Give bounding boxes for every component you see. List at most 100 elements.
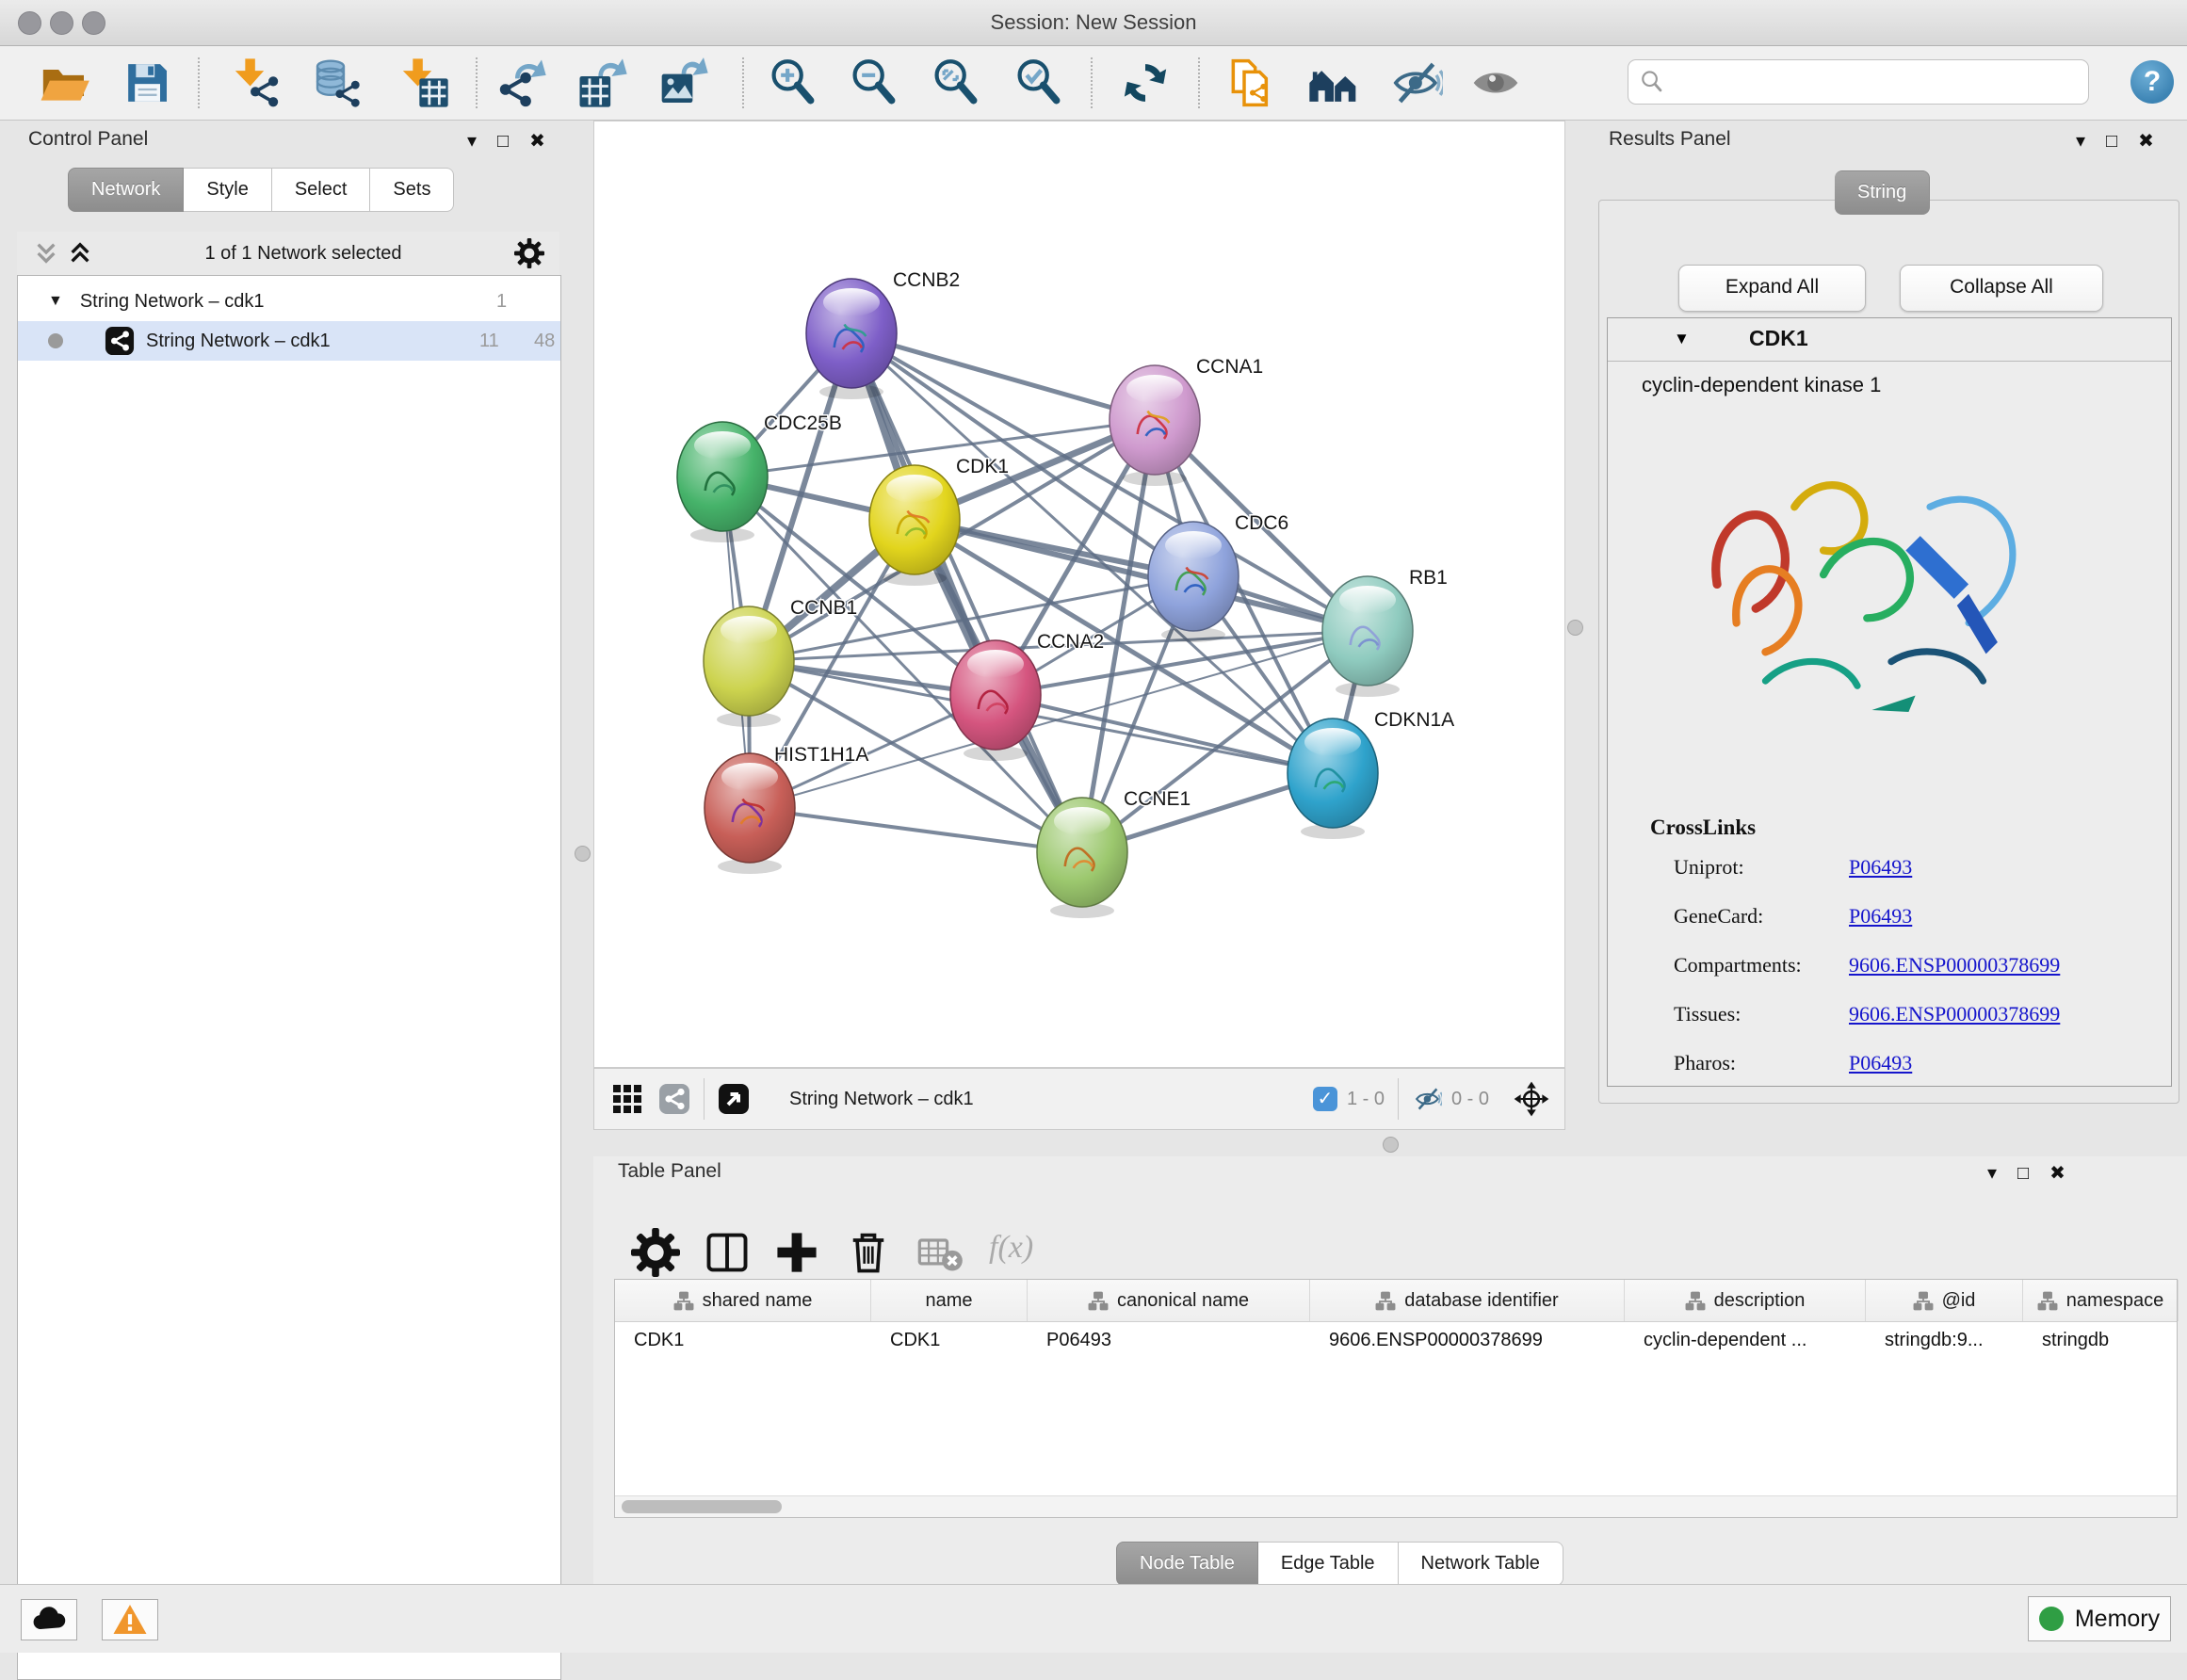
tab-node-table[interactable]: Node Table <box>1116 1542 1258 1586</box>
node-table[interactable]: shared namenamecanonical namedatabase id… <box>614 1279 2178 1518</box>
open-file-icon[interactable] <box>38 57 90 109</box>
tab-style[interactable]: Style <box>184 168 271 212</box>
node-CDC6[interactable]: CDC6 <box>1148 512 1288 642</box>
cdk1-section-header[interactable]: ▼ CDK1 <box>1608 318 2171 362</box>
collection-expander-icon[interactable]: ▼ <box>48 293 63 310</box>
import-network-database-icon[interactable] <box>311 57 364 109</box>
tab-edge-table[interactable]: Edge Table <box>1258 1542 1399 1586</box>
tab-select[interactable]: Select <box>272 168 371 212</box>
table-cell[interactable]: CDK1 <box>890 1321 1022 1359</box>
horizontal-scrollbar[interactable] <box>615 1495 2177 1517</box>
clone-network-icon[interactable] <box>1224 57 1277 109</box>
table-cell[interactable]: P06493 <box>1046 1321 1304 1359</box>
bottom-splitter-handle[interactable] <box>1383 1137 1399 1153</box>
network-edges[interactable] <box>722 333 1368 852</box>
panel-close-icon[interactable]: ✖ <box>2049 1164 2066 1183</box>
search-input[interactable] <box>1672 64 2081 100</box>
column-header-@id[interactable]: @id <box>1866 1280 2023 1321</box>
network-row-selected[interactable]: String Network – cdk1 11 48 <box>18 321 560 361</box>
scrollbar-thumb[interactable] <box>622 1500 782 1513</box>
panel-float-icon[interactable]: □ <box>497 132 509 151</box>
table-cell[interactable]: stringdb:9... <box>1885 1321 2017 1359</box>
export-network-icon[interactable] <box>495 57 548 109</box>
create-column-icon[interactable] <box>772 1228 821 1277</box>
node-CDKN1A[interactable]: CDKN1A <box>1288 709 1454 839</box>
node-CCNB2[interactable]: CCNB2 <box>806 269 960 399</box>
export-table-icon[interactable] <box>576 57 629 109</box>
node-HIST1H1A[interactable]: HIST1H1A <box>705 744 868 874</box>
table-cell[interactable]: cyclin-dependent ... <box>1644 1321 1860 1359</box>
memory-button[interactable]: Memory <box>2028 1596 2171 1641</box>
edge-CCNB2-CCNE1[interactable] <box>851 333 1082 852</box>
edge-CDK1-RB1[interactable] <box>915 520 1368 631</box>
table-cell[interactable]: stringdb <box>2042 1321 2173 1359</box>
hide-glass-icon[interactable] <box>1390 57 1443 109</box>
expand-all-button[interactable]: Expand All <box>1678 265 1866 312</box>
node-CCNE1[interactable]: CCNE1 <box>1037 788 1191 918</box>
left-splitter-handle[interactable] <box>575 846 591 862</box>
hidden-eye-icon[interactable] <box>1412 1085 1444 1113</box>
crosslink-link[interactable]: 9606.ENSP00000378699 <box>1849 953 2060 977</box>
edge-CCNA2-CDKN1A[interactable] <box>996 695 1333 773</box>
section-expander-icon[interactable]: ▼ <box>1674 330 1690 348</box>
node-RB1[interactable]: RB1 <box>1322 567 1448 697</box>
panel-float-icon[interactable]: □ <box>2017 1164 2029 1183</box>
node-CCNA1[interactable]: CCNA1 <box>1110 356 1263 486</box>
export-image-icon[interactable] <box>657 57 710 109</box>
zoom-selected-icon[interactable] <box>1012 57 1065 109</box>
table-cell[interactable]: CDK1 <box>634 1321 866 1359</box>
table-options-gear-icon[interactable] <box>631 1228 680 1277</box>
panel-float-icon[interactable]: □ <box>2106 132 2117 151</box>
grid-view-icon[interactable] <box>611 1083 643 1115</box>
save-session-icon[interactable] <box>121 57 173 109</box>
network-view-icon[interactable] <box>658 1083 690 1115</box>
tab-sets[interactable]: Sets <box>370 168 454 212</box>
column-header-namespace[interactable]: namespace <box>2023 1280 2179 1321</box>
detach-view-icon[interactable] <box>718 1083 750 1115</box>
import-network-icon[interactable] <box>230 57 283 109</box>
delete-column-icon[interactable] <box>844 1228 893 1277</box>
network-options-gear-icon[interactable] <box>514 238 544 268</box>
tab-network-table[interactable]: Network Table <box>1399 1542 1563 1586</box>
panel-menu-icon[interactable]: ▾ <box>467 132 477 151</box>
refresh-icon[interactable] <box>1119 57 1172 109</box>
zoom-out-icon[interactable] <box>848 57 900 109</box>
network-canvas[interactable]: CCNB2CCNA1CDC25BCDK1CDC6RB1CCNB1CCNA2CDK… <box>593 121 1565 1068</box>
cloud-status-button[interactable] <box>21 1599 77 1640</box>
zoom-fit-icon[interactable] <box>930 57 982 109</box>
tab-network[interactable]: Network <box>68 168 184 212</box>
string-home-icon[interactable] <box>1307 57 1360 109</box>
expand-all-networks-icon[interactable] <box>68 240 92 267</box>
column-header-name[interactable]: name <box>871 1280 1028 1321</box>
zoom-in-icon[interactable] <box>767 57 819 109</box>
import-table-icon[interactable] <box>397 57 450 109</box>
column-header-description[interactable]: description <box>1625 1280 1866 1321</box>
network-collection-row[interactable]: ▼ String Network – cdk1 1 <box>18 282 560 321</box>
edge-HIST1H1A-CCNE1[interactable] <box>750 808 1082 852</box>
column-header-database-identifier[interactable]: database identifier <box>1310 1280 1625 1321</box>
collapse-all-button[interactable]: Collapse All <box>1900 265 2103 312</box>
network-graph[interactable]: CCNB2CCNA1CDC25BCDK1CDC6RB1CCNB1CCNA2CDK… <box>594 121 1564 1067</box>
panel-close-icon[interactable]: ✖ <box>2138 132 2154 151</box>
crosslink-link[interactable]: P06493 <box>1849 904 1912 929</box>
crosslink-link[interactable]: 9606.ENSP00000378699 <box>1849 1002 2060 1026</box>
column-header-shared-name[interactable]: shared name <box>615 1280 871 1321</box>
column-header-canonical-name[interactable]: canonical name <box>1028 1280 1310 1321</box>
panel-menu-icon[interactable]: ▾ <box>2076 132 2085 151</box>
show-graphics-details-icon[interactable] <box>1469 57 1522 109</box>
node-CDC25B[interactable]: CDC25B <box>677 412 842 542</box>
crosslink-link[interactable]: P06493 <box>1849 855 1912 880</box>
right-splitter-handle[interactable] <box>1567 620 1583 636</box>
warnings-button[interactable] <box>102 1599 158 1640</box>
table-cell[interactable]: 9606.ENSP00000378699 <box>1329 1321 1619 1359</box>
search-box[interactable] <box>1628 59 2089 105</box>
panel-menu-icon[interactable]: ▾ <box>1987 1164 1997 1183</box>
panel-close-icon[interactable]: ✖ <box>529 132 545 151</box>
selected-checkbox-icon[interactable]: ✓ <box>1313 1087 1337 1111</box>
help-button[interactable]: ? <box>2130 60 2174 104</box>
collapse-all-networks-icon[interactable] <box>34 240 58 267</box>
tab-string[interactable]: String <box>1835 170 1930 215</box>
birdseye-crosshair-icon[interactable] <box>1512 1079 1551 1119</box>
show-columns-icon[interactable] <box>703 1228 752 1277</box>
crosslink-link[interactable]: P06493 <box>1849 1051 1912 1075</box>
